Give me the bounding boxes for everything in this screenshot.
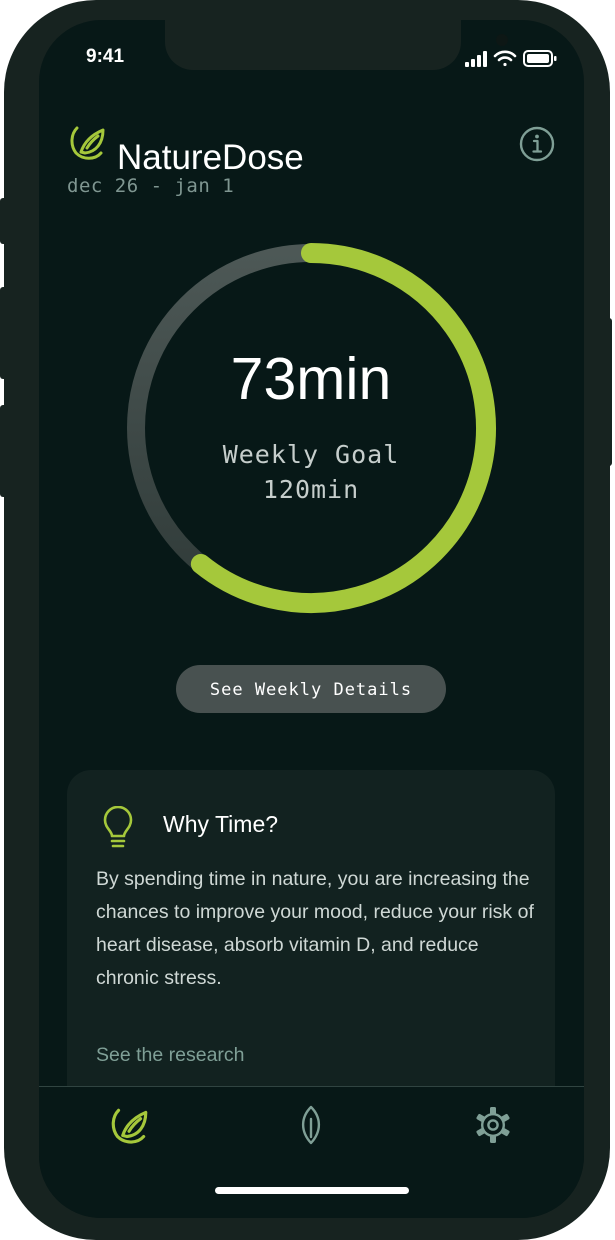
gear-icon <box>476 1107 510 1143</box>
phone-frame: 9:41 NatureDose dec 26 - jan 1 73min Wee… <box>0 0 612 1240</box>
see-research-link[interactable]: See the research <box>96 1044 245 1067</box>
leaf-logo-icon <box>111 1108 148 1144</box>
notch <box>165 20 508 70</box>
battery-icon <box>523 50 557 67</box>
status-time: 9:41 <box>86 46 125 67</box>
progress-goal: 120min <box>262 475 360 504</box>
volume-down-button <box>0 405 6 497</box>
mute-switch <box>0 198 6 244</box>
why-time-card: Why Time? By spending time in nature, yo… <box>67 770 555 1110</box>
screen: 9:41 NatureDose dec 26 - jan 1 73min Wee… <box>39 20 584 1218</box>
info-button[interactable] <box>519 126 555 162</box>
see-weekly-details-button[interactable]: See Weekly Details <box>176 665 446 713</box>
date-range: dec 26 - jan 1 <box>67 175 235 197</box>
status-icons <box>465 49 559 75</box>
card-body: By spending time in nature, you are incr… <box>96 868 534 989</box>
info-icon <box>519 126 555 162</box>
card-title: Why Time? <box>163 811 279 837</box>
progress-label: Weekly Goal <box>222 440 400 469</box>
tab-bar <box>39 1086 584 1218</box>
progress-ring <box>119 236 503 624</box>
lightbulb-icon <box>101 805 135 856</box>
volume-up-button <box>0 287 6 379</box>
leaf-logo-icon <box>66 121 108 167</box>
tab-nature[interactable] <box>289 1103 333 1147</box>
signal-icon <box>465 51 487 67</box>
front-camera <box>496 34 508 46</box>
home-indicator <box>215 1187 409 1194</box>
power-button <box>606 318 612 466</box>
wifi-icon <box>493 50 517 67</box>
progress-value: 73min <box>230 346 392 412</box>
leaf-icon <box>301 1105 321 1145</box>
app-title: NatureDose <box>117 138 304 177</box>
progress-ring-fill <box>190 243 496 613</box>
tab-settings[interactable] <box>471 1103 515 1147</box>
tab-home[interactable] <box>107 1103 151 1147</box>
